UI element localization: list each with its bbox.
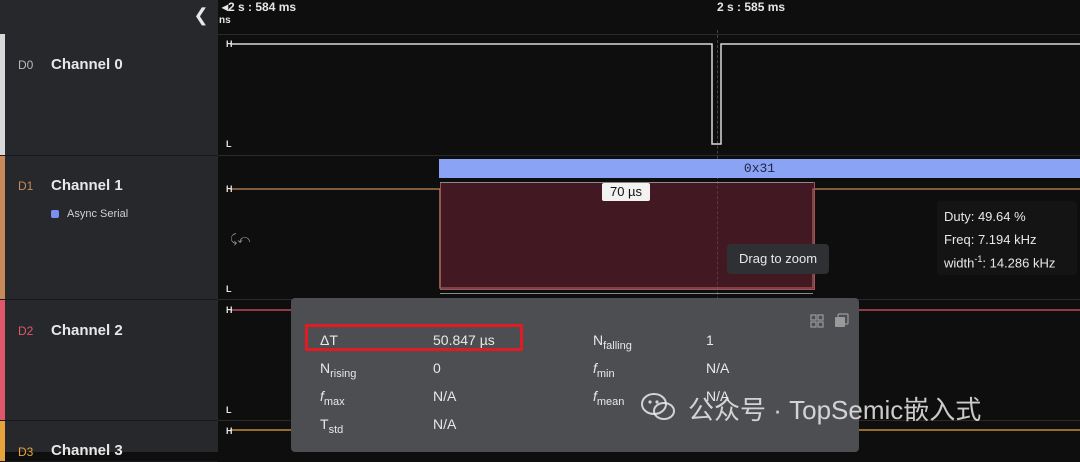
waveform-d0 (230, 43, 1080, 145)
level-low: L (226, 139, 232, 149)
watermark-text: 公众号 · TopSemic嵌入式 (688, 395, 982, 425)
channel-sidebar: ❮ D0 Channel 0 D1 Channel 1 Async Serial… (0, 0, 218, 462)
level-high: H (226, 184, 233, 194)
n-rising-value: 0 (433, 360, 441, 376)
time-unit: ns (219, 15, 231, 26)
n-falling-value: 1 (706, 332, 714, 348)
analyzer-label[interactable]: Async Serial (67, 208, 128, 220)
channel-row-d0[interactable]: D0 Channel 0 (0, 34, 218, 156)
channel-name[interactable]: Channel 0 (51, 56, 123, 73)
channel-row-d3[interactable]: D3 Channel 3 (0, 421, 218, 462)
channel-id: D3 (18, 445, 34, 459)
n-rising-label: Nrising (320, 360, 357, 380)
channel-id: D1 (18, 179, 34, 193)
f-max-label: fmax (320, 388, 345, 408)
t-std-value: N/A (433, 416, 457, 432)
f-mean-label: fmean (593, 388, 625, 408)
measurement-width-label: 70 µs (602, 183, 650, 201)
chevron-left-icon[interactable]: ❮ (190, 4, 212, 26)
time-ruler[interactable]: ◂2 s : 584 ms ns 2 s : 585 ms (218, 0, 1080, 35)
channel-id: D0 (18, 58, 34, 72)
channel-row-d2[interactable]: D2 Channel 2 (0, 300, 218, 421)
analyzer-color-dot (51, 210, 59, 218)
channel-name[interactable]: Channel 1 (51, 177, 123, 194)
duty-text: Duty: 49.64 % (944, 209, 1026, 224)
channel-color-stripe (0, 300, 5, 420)
panel-icons (810, 313, 849, 328)
time-label-left: ◂2 s : 584 ms (222, 0, 297, 14)
delta-t-value: 50.847 µs (433, 332, 495, 348)
trigger-icon[interactable]: ⤹⤺ (230, 232, 250, 247)
channel-name[interactable]: Channel 3 (51, 442, 123, 459)
level-low: L (226, 405, 232, 415)
time-label-center: 2 s : 585 ms (717, 0, 786, 14)
channel-color-stripe (0, 156, 5, 299)
decoded-value-bar[interactable]: 0x31 (439, 159, 1080, 178)
channel-color-stripe (0, 34, 5, 155)
n-falling-label: Nfalling (593, 332, 632, 352)
channel-row-d1[interactable]: D1 Channel 1 Async Serial (0, 156, 218, 300)
wechat-icon (641, 393, 675, 420)
level-high: H (226, 39, 233, 49)
freq-text: Freq: 7.194 kHz (944, 232, 1037, 247)
grid-icon (810, 314, 824, 328)
channel-id: D2 (18, 324, 34, 338)
channel-color-stripe (0, 421, 5, 461)
level-low: L (226, 284, 232, 294)
level-high: H (226, 305, 233, 315)
measurement-line-lower (440, 293, 813, 294)
f-min-value: N/A (706, 360, 730, 376)
pulse-info-box: Duty: 49.64 % Freq: 7.194 kHz width-1: 1… (937, 201, 1077, 275)
drag-to-zoom-tooltip: Drag to zoom (727, 244, 830, 274)
f-max-value: N/A (433, 388, 457, 404)
measurement-panel (291, 298, 859, 452)
delta-t-label: ΔT (320, 332, 338, 348)
f-min-label: fmin (593, 360, 615, 380)
t-std-label: Tstd (320, 416, 344, 436)
width-text: width-1: 14.286 kHz (944, 254, 1056, 271)
copy-icon (835, 313, 849, 327)
channel-name[interactable]: Channel 2 (51, 322, 123, 339)
level-high: H (226, 426, 233, 436)
